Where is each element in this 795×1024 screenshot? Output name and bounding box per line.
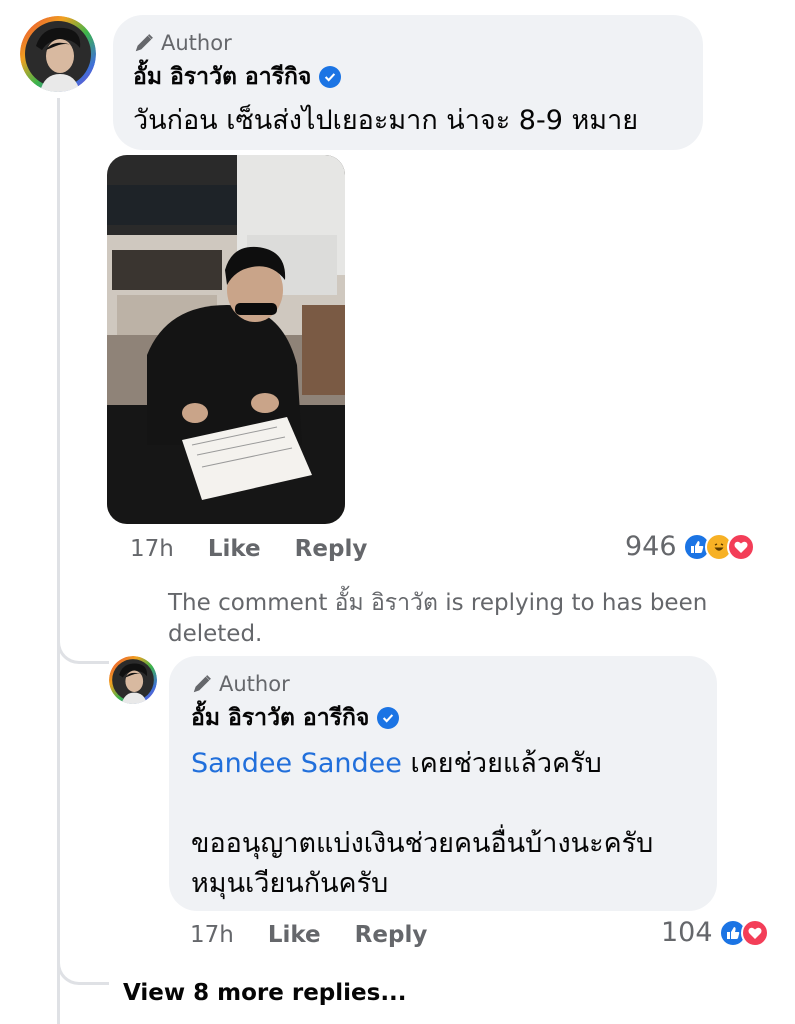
author-badge-label: Author	[219, 672, 290, 696]
reply-button[interactable]: Reply	[295, 536, 368, 562]
verified-badge-icon	[319, 66, 342, 88]
author-badge-label: Author	[161, 31, 232, 55]
mention-link[interactable]: Sandee Sandee	[191, 748, 402, 779]
reply-author-name[interactable]: อั้ม อิราวัต อารีกิจ	[191, 700, 369, 736]
reaction-summary[interactable]: 104	[661, 917, 769, 948]
deleted-comment-note: The comment อั้ม อิราวัต is replying to …	[168, 590, 708, 647]
reply-text-para2: ขออนุญาตแบ่งเงินช่วยคนอื่นบ้างนะครับ หมุ…	[191, 828, 654, 899]
reaction-count: 104	[661, 917, 713, 948]
love-icon	[740, 918, 769, 947]
reply-text-line1: เคยช่วยแล้วครับ	[401, 748, 602, 779]
view-more-replies-link[interactable]: View 8 more replies...	[123, 980, 407, 1006]
verified-badge-icon	[377, 707, 400, 729]
reply-bubble: Author อั้ม อิราวัต อารีกิจ Sandee Sande…	[169, 656, 717, 911]
reaction-count: 946	[625, 531, 677, 562]
pencil-icon	[135, 34, 153, 52]
thread-line	[57, 98, 60, 1024]
comment-author-name[interactable]: อั้ม อิราวัต อารีกิจ	[133, 59, 311, 95]
comment-bubble: Author อั้ม อิราวัต อารีกิจ วันก่อน เซ็น…	[113, 15, 703, 150]
like-button[interactable]: Like	[208, 536, 261, 562]
reply-button[interactable]: Reply	[355, 922, 428, 948]
reply-timestamp[interactable]: 17h	[190, 922, 234, 948]
comment-text: วันก่อน เซ็นส่งไปเยอะมาก น่าจะ 8-9 หมาย	[133, 105, 639, 136]
author-badge: Author	[191, 670, 695, 698]
comment-actions: 17h Like Reply	[130, 534, 401, 564]
reaction-summary[interactable]: 946	[625, 531, 755, 562]
reply-actions: 17h Like Reply	[190, 920, 461, 950]
author-badge: Author	[133, 29, 683, 57]
love-icon	[726, 532, 755, 561]
thread-connector	[57, 935, 109, 985]
reply-text: Sandee Sandee เคยช่วยแล้วครับ ขออนุญาตแบ…	[191, 744, 695, 904]
like-button[interactable]: Like	[268, 922, 321, 948]
thread-connector	[57, 600, 109, 664]
reply-author-avatar[interactable]	[109, 656, 157, 704]
comment-photo[interactable]	[107, 155, 345, 524]
comment-timestamp[interactable]: 17h	[130, 536, 174, 562]
pencil-icon	[193, 675, 211, 693]
author-avatar[interactable]	[20, 16, 96, 92]
